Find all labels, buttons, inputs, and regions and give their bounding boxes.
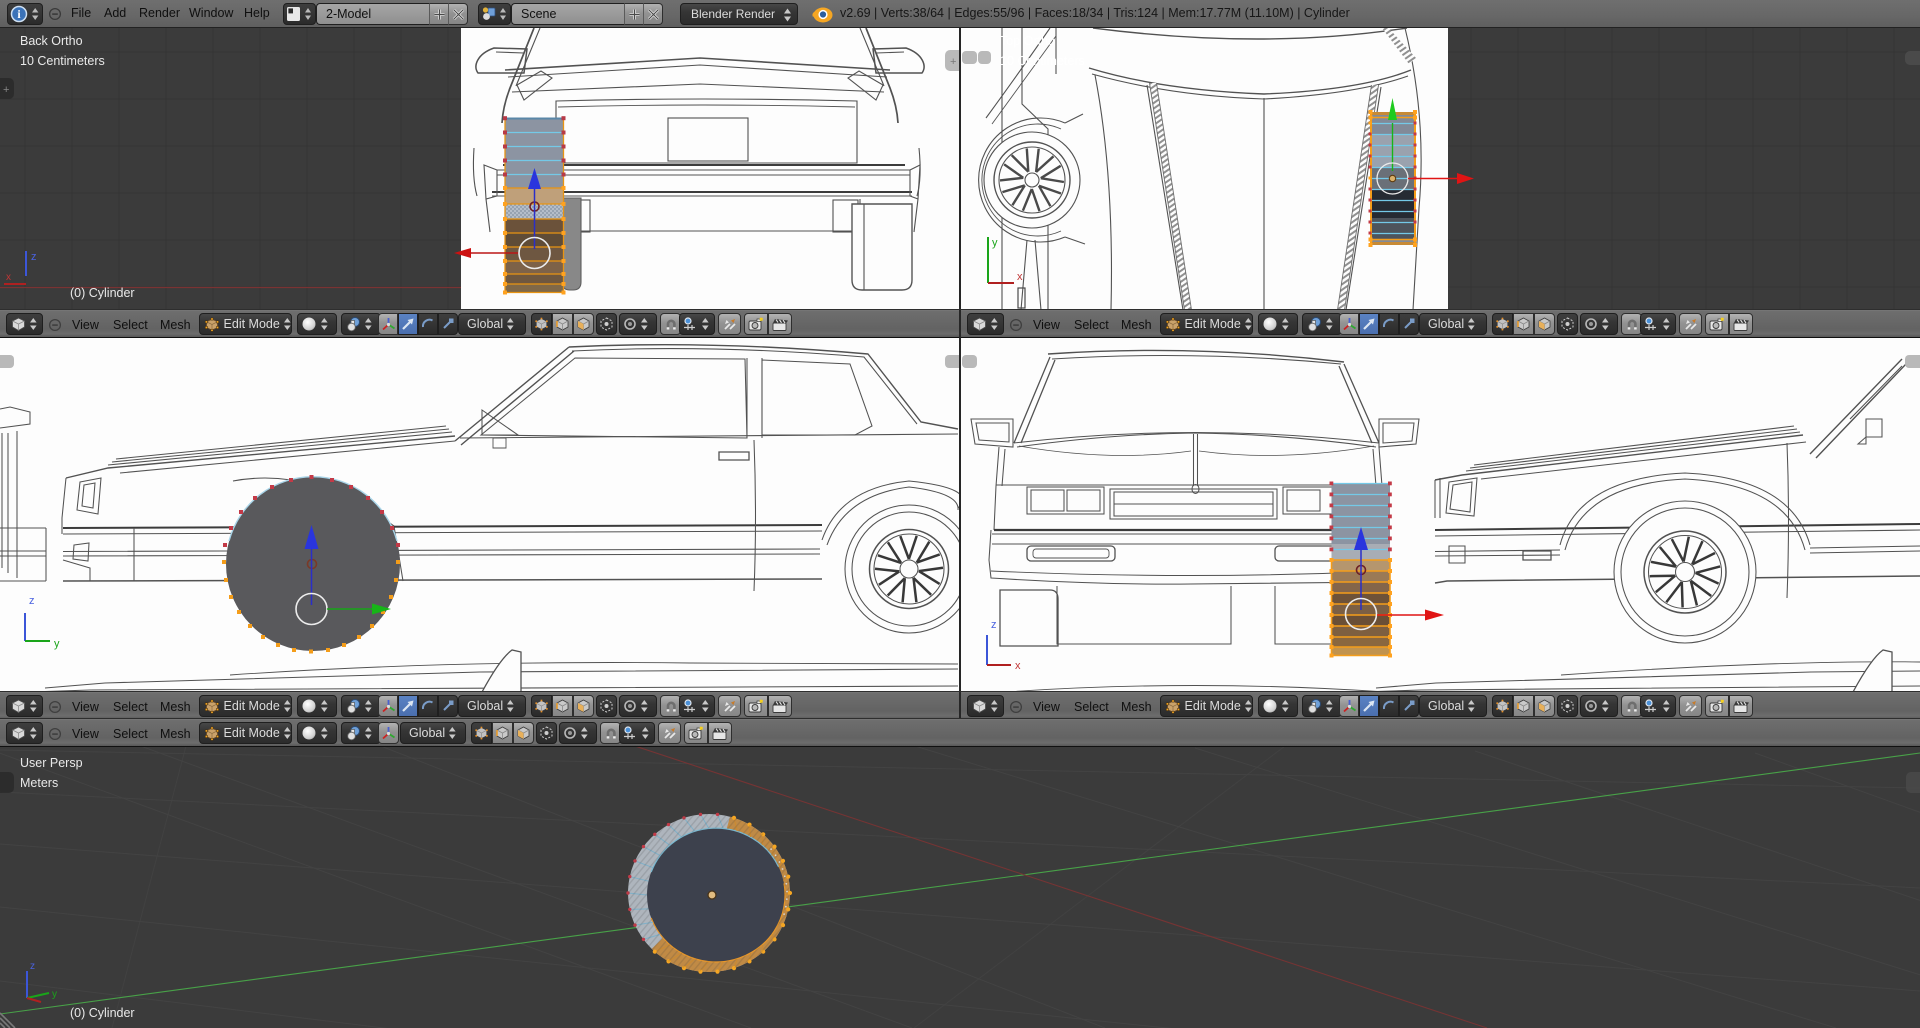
svg-text:y: y (54, 638, 60, 650)
svg-text:z: z (30, 961, 35, 972)
svg-text:z: z (991, 619, 997, 631)
svg-text:x: x (1017, 271, 1023, 283)
svg-text:+: + (950, 56, 956, 68)
svg-text:x: x (6, 272, 11, 283)
svg-text:z: z (31, 251, 37, 263)
svg-text:x: x (1015, 660, 1021, 672)
svg-text:z: z (29, 595, 35, 607)
svg-text:y: y (52, 989, 57, 1000)
svg-text:+: + (3, 84, 9, 96)
svg-text:y: y (992, 237, 998, 249)
